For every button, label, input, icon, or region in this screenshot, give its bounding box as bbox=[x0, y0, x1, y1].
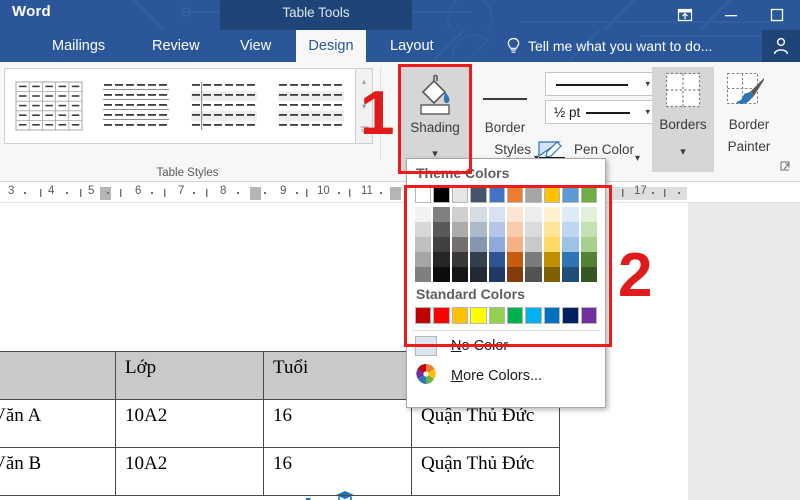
tab-layout[interactable]: Layout bbox=[378, 30, 446, 62]
maximize-button[interactable] bbox=[754, 0, 800, 30]
tell-me-search[interactable]: Tell me what you want to do... bbox=[506, 30, 712, 62]
tab-label: Review bbox=[152, 38, 200, 54]
table-cell[interactable]: 10A2 bbox=[116, 400, 264, 448]
shading-highlight-box bbox=[398, 64, 472, 174]
ruler-dot-marks bbox=[0, 183, 800, 203]
maximize-icon bbox=[769, 7, 785, 23]
tab-mailings[interactable]: Mailings bbox=[40, 30, 117, 62]
group-label-table-styles: Table Styles bbox=[0, 167, 375, 179]
borders-dialog-launcher[interactable] bbox=[780, 160, 792, 178]
border-styles-label-line2: Styles bbox=[473, 142, 531, 157]
line-weight-value: ½ pt bbox=[554, 105, 580, 120]
border-styles-label-line1: Border bbox=[473, 120, 537, 135]
person-icon bbox=[771, 36, 791, 56]
line-weight-caret-glyph: ▾ bbox=[645, 107, 650, 118]
horizontal-ruler[interactable]: 3 4 5 6 7 8 9 10 11 17 bbox=[0, 183, 800, 203]
tab-label: Design bbox=[308, 38, 353, 54]
line-style-combo[interactable]: ▾ bbox=[545, 72, 655, 96]
minimize-icon bbox=[723, 7, 739, 23]
borders-caret-glyph: ▾ bbox=[680, 146, 686, 158]
dialog-launcher-icon bbox=[780, 161, 792, 173]
minimize-button[interactable] bbox=[708, 0, 754, 30]
tab-label: Mailings bbox=[52, 38, 105, 54]
table-cell[interactable]: Tuổi bbox=[264, 352, 412, 400]
more-colors-rest: ore Colors... bbox=[463, 368, 542, 384]
table-cell[interactable]: Lớp bbox=[116, 352, 264, 400]
table-styles-gallery[interactable] bbox=[4, 68, 356, 144]
border-style-preview-line bbox=[483, 98, 527, 100]
table-style-banded2-icon bbox=[274, 78, 348, 134]
tab-label: Layout bbox=[390, 38, 434, 54]
table-style-grid-icon bbox=[12, 78, 86, 134]
border-painter-label-line1: Border bbox=[714, 117, 784, 132]
table-style-thumbnail[interactable] bbox=[268, 69, 356, 143]
contextual-tab-title: Table Tools bbox=[220, 5, 412, 20]
tell-me-label: Tell me what you want to do... bbox=[528, 38, 712, 54]
table-cell[interactable]: ựyễn Văn B bbox=[0, 448, 116, 496]
brush-icon bbox=[726, 72, 766, 110]
document-area: unica Lớp Tuổi ựyễn Văn A 10A2 16 Quận T… bbox=[0, 203, 800, 500]
line-weight-combo[interactable]: ½ pt ▾ bbox=[545, 100, 655, 124]
borders-label: Borders bbox=[652, 117, 714, 132]
more-colors-accel: M bbox=[451, 368, 463, 384]
table-style-thumbnail[interactable] bbox=[180, 69, 268, 143]
table-cell[interactable]: 16 bbox=[264, 448, 412, 496]
line-style-preview bbox=[556, 84, 628, 86]
borders-grid-icon bbox=[665, 72, 701, 108]
table-cell[interactable]: ựyễn Văn A bbox=[0, 400, 116, 448]
table-style-thumbnail[interactable] bbox=[93, 69, 181, 143]
color-wheel-icon bbox=[415, 363, 437, 390]
ribbon-tab-strip: Mailings Review View Design Layout Tell … bbox=[0, 30, 800, 62]
borders-dropdown-arrow[interactable]: ▾ bbox=[652, 142, 714, 160]
account-button[interactable] bbox=[762, 30, 800, 62]
table-style-banded-icon bbox=[187, 78, 261, 134]
more-colors-label: More Colors... bbox=[451, 368, 542, 384]
step-2-marker: 2 bbox=[618, 240, 652, 311]
lightbulb-icon bbox=[506, 37, 521, 55]
line-style-caret-glyph: ▾ bbox=[645, 79, 650, 90]
dropdown-highlight-box bbox=[404, 185, 612, 347]
title-bar: Word Table Tools bbox=[0, 0, 800, 30]
tab-design[interactable]: Design bbox=[296, 30, 366, 62]
menu-item-more-colors[interactable]: More Colors... bbox=[407, 361, 605, 391]
ribbon-display-options-button[interactable] bbox=[662, 0, 708, 30]
table-style-thumbnail[interactable] bbox=[5, 69, 93, 143]
word-application-window: Word Table Tools bbox=[0, 0, 800, 500]
line-weight-preview bbox=[586, 112, 630, 114]
pen-color-dropdown-arrow[interactable]: ▾ bbox=[635, 148, 640, 166]
window-controls bbox=[662, 0, 800, 30]
border-painter-label-line2: Painter bbox=[714, 139, 784, 154]
pen-color-caret-glyph: ▾ bbox=[635, 153, 640, 164]
tab-view[interactable]: View bbox=[228, 30, 283, 62]
pen-color-label: Pen Color bbox=[574, 142, 634, 157]
table-row[interactable]: ựyễn Văn B 10A2 16 Quận Thủ Đức bbox=[0, 448, 560, 496]
table-style-lines-icon bbox=[99, 78, 173, 134]
tab-review[interactable]: Review bbox=[140, 30, 212, 62]
ribbon-display-options-icon bbox=[677, 7, 693, 23]
step-1-marker: 1 bbox=[360, 78, 394, 149]
table-cell[interactable] bbox=[0, 352, 116, 400]
app-title: Word bbox=[12, 3, 51, 20]
table-cell[interactable]: 16 bbox=[264, 400, 412, 448]
table-cell[interactable]: 10A2 bbox=[116, 448, 264, 496]
tab-label: View bbox=[240, 38, 271, 54]
table-cell[interactable]: Quận Thủ Đức bbox=[412, 448, 560, 496]
